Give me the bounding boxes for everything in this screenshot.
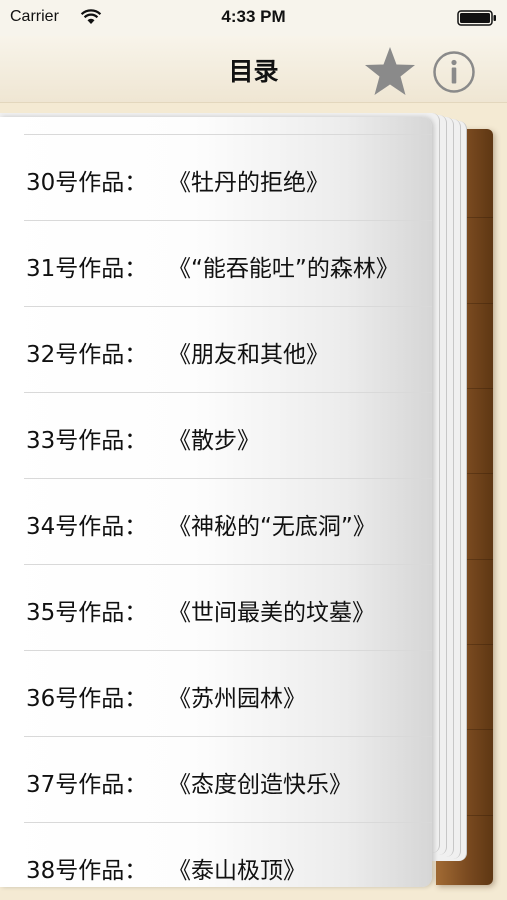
toc-item-number: 34号作品： [26,514,148,540]
toc-item[interactable]: 37号作品： 《态度创造快乐》 [24,736,432,822]
toc-item[interactable]: 34号作品： 《神秘的“无底洞”》 [24,478,432,564]
toc-item-title: 《神秘的“无底洞”》 [168,514,376,540]
toc-item-number: 38号作品： [26,858,148,884]
toc-item-number: 33号作品： [26,428,148,454]
battery-icon [457,10,496,26]
star-icon [365,47,415,95]
info-icon [433,51,475,93]
toc-item[interactable]: 30号作品： 《牡丹的拒绝》 [24,134,432,220]
clock: 4:33 PM [221,7,286,26]
info-button[interactable] [432,50,476,94]
toc-page[interactable]: 30号作品： 《牡丹的拒绝》 31号作品： 《“能吞能吐”的森林》 32号作品：… [0,117,432,887]
book-area: 30号作品： 《牡丹的拒绝》 31号作品： 《“能吞能吐”的森林》 32号作品：… [0,103,507,900]
toc-item-title: 《苏州园林》 [168,686,306,712]
toc-item-title: 《朋友和其他》 [168,342,329,368]
toc-item-number: 35号作品： [26,600,148,626]
toc-item-title: 《世间最美的坟墓》 [168,600,375,626]
toc-item[interactable]: 38号作品： 《泰山极顶》 [24,822,432,887]
toc-item-title: 《牡丹的拒绝》 [168,170,329,196]
favorites-button[interactable] [362,44,418,100]
status-bar: Carrier 4:33 PM [0,0,507,36]
toc-item[interactable]: 32号作品： 《朋友和其他》 [24,306,432,392]
toc-item[interactable]: 36号作品： 《苏州园林》 [24,650,432,736]
toc-item-number: 30号作品： [26,170,148,196]
navigation-bar: 目录 [0,36,507,103]
toc-item-number: 31号作品： [26,256,148,282]
page-title: 目录 [228,57,279,86]
toc-item[interactable]: 31号作品： 《“能吞能吐”的森林》 [24,220,432,306]
toc-item-title: 《泰山极顶》 [168,858,306,884]
toc-item-title: 《态度创造快乐》 [168,772,352,798]
toc-item-title: 《散步》 [168,428,260,454]
toc-item-number: 36号作品： [26,686,148,712]
toc-item-title: 《“能吞能吐”的森林》 [168,256,399,282]
toc-list: 30号作品： 《牡丹的拒绝》 31号作品： 《“能吞能吐”的森林》 32号作品：… [0,134,432,887]
toc-item[interactable]: 33号作品： 《散步》 [24,392,432,478]
toc-item-number: 32号作品： [26,342,148,368]
toc-item-number: 37号作品： [26,772,148,798]
toc-item[interactable]: 35号作品： 《世间最美的坟墓》 [24,564,432,650]
